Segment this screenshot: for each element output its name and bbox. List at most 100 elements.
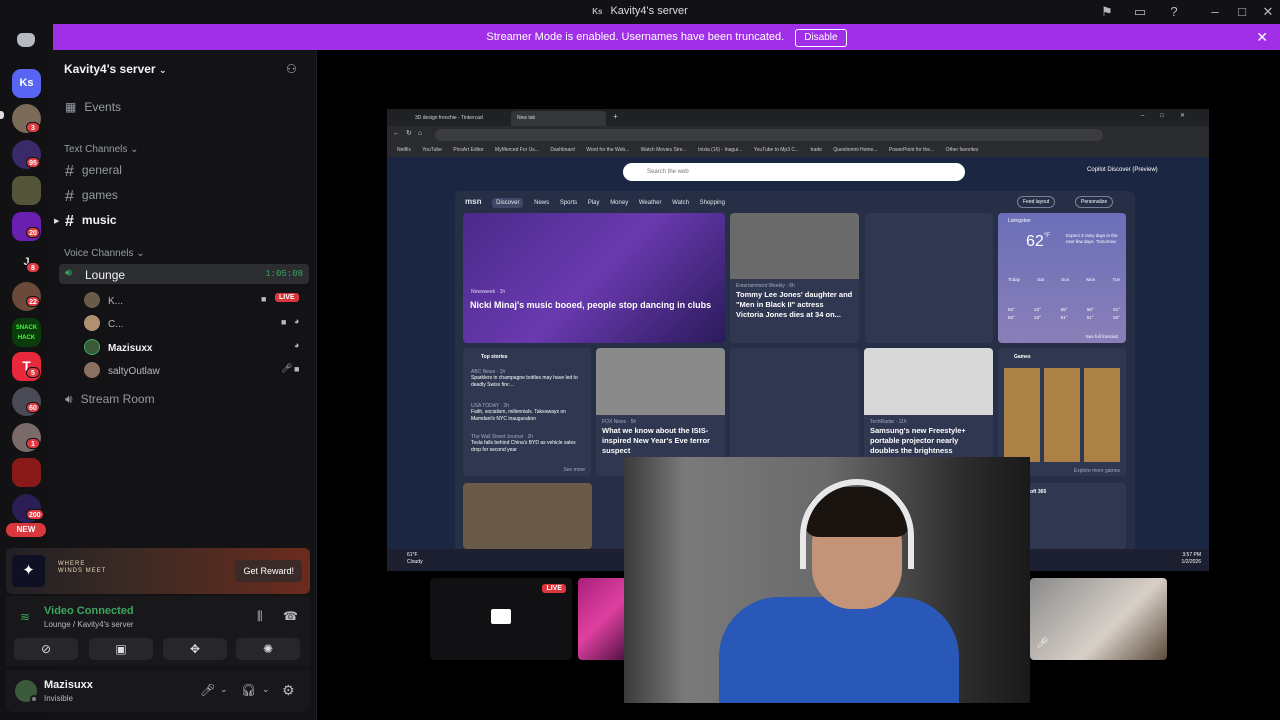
chevron-down-icon[interactable]: ⌄	[220, 684, 228, 695]
voice-channel-lounge[interactable]: 🔊︎ Lounge 1:05:08	[59, 264, 309, 284]
voice-user-self[interactable]: Mazisuxx	[84, 339, 152, 355]
msn-nav-item[interactable]: Money	[610, 200, 628, 206]
bookmark[interactable]: Watch Movies Stre...	[641, 147, 687, 153]
chevron-down-icon[interactable]: ⌄	[262, 684, 270, 695]
bookmark[interactable]: Other favorites	[946, 147, 979, 153]
camera-toggle-button[interactable]: ⊘	[14, 638, 78, 660]
add-member-icon[interactable]: ⚇	[286, 62, 297, 76]
bookmark[interactable]: Dashboard	[550, 147, 574, 153]
bookmark[interactable]: PowerPoint for the...	[889, 147, 934, 153]
screen-share-icon: ▣	[115, 642, 127, 656]
promo-banner[interactable]: ✦ WHERE WINDS MEET Get Reward!	[6, 548, 310, 594]
bookmark[interactable]: MyMerced For Us...	[495, 147, 539, 153]
minimize-icon[interactable]: –	[1206, 3, 1224, 21]
disable-streamer-mode-button[interactable]: Disable	[795, 29, 847, 47]
forecast-high: 55°	[1008, 307, 1015, 312]
headphones-icon[interactable]: 🎧︎	[241, 683, 256, 697]
maximize-icon[interactable]: □	[1233, 3, 1251, 21]
forecast-high: 63°	[1034, 307, 1042, 312]
weather-card[interactable]: Livingston 62°F Expect 3 rainy days in t…	[998, 213, 1126, 343]
channel-games[interactable]: # games	[65, 188, 118, 206]
story[interactable]: USA TODAY · 2h Faith, socialism, millenn…	[471, 403, 583, 423]
voice-channels-category[interactable]: Voice Channels ⌄	[64, 248, 145, 259]
voice-user[interactable]: K...	[84, 292, 123, 308]
forecast-day: Sat	[1037, 277, 1044, 282]
hash-icon: #	[65, 188, 74, 205]
msn-nav-item[interactable]: News	[534, 200, 549, 206]
disconnect-icon[interactable]: ☎︎	[283, 609, 298, 623]
card-source: TechRadar · 11h	[870, 419, 907, 425]
bookmark[interactable]: PicsArt Editor	[453, 147, 483, 153]
noise-suppression-icon[interactable]: ⫼	[257, 609, 263, 624]
help-icon[interactable]: ?	[1165, 3, 1183, 21]
msn-nav-item[interactable]: Discover	[492, 198, 524, 208]
server-icon[interactable]	[12, 458, 41, 487]
bookmark[interactable]: Netflix	[397, 147, 411, 153]
story[interactable]: ABC News · 1h Sparklers in champagne bot…	[471, 369, 583, 389]
display-icon[interactable]: ▭	[1131, 3, 1149, 21]
inbox-flag-icon[interactable]: ⚑	[1098, 3, 1116, 21]
bookmark[interactable]: YouTube	[422, 147, 442, 153]
server-icon-home[interactable]: Ks	[12, 69, 41, 98]
msn-nav-item[interactable]: Sports	[560, 200, 577, 206]
personalize-button[interactable]: Personalize	[1075, 196, 1114, 208]
image-card[interactable]	[463, 483, 592, 549]
soundboard-button[interactable]: ✺	[236, 638, 300, 660]
voice-user-name: C...	[108, 319, 124, 330]
text-channels-category[interactable]: Text Channels ⌄	[64, 144, 139, 155]
taskbar-clock[interactable]: 3:57 PM 1/2/2026	[1182, 552, 1201, 566]
story[interactable]: The Wall Street Journal · 2h Tesla falls…	[471, 434, 583, 454]
settings-gear-icon[interactable]: ⚙	[282, 682, 295, 699]
address-field[interactable]	[435, 129, 1103, 141]
activities-button[interactable]: ✥	[163, 638, 227, 660]
signal-icon[interactable]: ≋	[20, 610, 30, 624]
discord-logo-icon[interactable]	[17, 33, 35, 47]
explore-games-link[interactable]: Explore more games	[1074, 468, 1120, 474]
msn-nav-item[interactable]: Weather	[639, 200, 662, 206]
participant-tile-screen[interactable]: LIVE	[430, 578, 572, 660]
server-icon[interactable]: SNACK HACK	[12, 318, 41, 347]
bookmark[interactable]: trade	[811, 147, 822, 153]
news-card[interactable]: Entertainment Weekly · 6h Tommy Lee Jone…	[730, 213, 859, 343]
microphone-icon[interactable]: 🎤︎	[200, 683, 215, 697]
see-more-link[interactable]: See more	[563, 467, 585, 473]
channel-music[interactable]: # music	[65, 213, 117, 231]
taskbar-weather[interactable]: 61°F Cloudy	[407, 552, 423, 566]
full-forecast-link[interactable]: See full forecast	[1086, 334, 1118, 339]
game-thumbnails[interactable]	[1004, 368, 1120, 462]
voice-user[interactable]: saltyOutlaw	[84, 362, 160, 378]
voice-location[interactable]: Lounge / Kavity4's server	[44, 620, 134, 629]
bookmark[interactable]: YouTube to Mp3 C...	[754, 147, 800, 153]
voice-user[interactable]: C...	[84, 315, 124, 331]
forecast-high: 58°	[1086, 307, 1094, 312]
copilot-discover-toggle[interactable]: Copilot Discover (Preview)	[1087, 167, 1158, 173]
browser-tab[interactable]: 3D design frenchie - Tinkercad	[409, 111, 509, 126]
server-icon[interactable]	[12, 176, 41, 205]
bookmark[interactable]: Inixia (16) - Inagui...	[698, 147, 742, 153]
close-banner-icon[interactable]: ✕	[1256, 24, 1268, 50]
get-reward-button[interactable]: Get Reward!	[235, 560, 302, 582]
browser-tab-active[interactable]: New tab	[511, 111, 606, 126]
news-card-hero[interactable]: Newsweek · 1h Nicki Minaj's music booed,…	[463, 213, 725, 343]
feed-layout-button[interactable]: Feed layout	[1017, 196, 1056, 208]
msn-nav-item[interactable]: Watch	[672, 200, 689, 206]
participant-tile[interactable]: 🎤︎	[1030, 578, 1167, 660]
channel-general[interactable]: # general	[65, 163, 122, 181]
participant-tile[interactable]	[578, 578, 628, 660]
bookmark[interactable]: Questionmi Home...	[833, 147, 877, 153]
user-name[interactable]: Mazisuxx	[44, 679, 93, 691]
msn-logo[interactable]: msn	[465, 197, 481, 206]
taskbar-temp: 61°F	[407, 552, 418, 558]
bookmark[interactable]: Word for the Web...	[586, 147, 629, 153]
voice-status[interactable]: Video Connected	[44, 605, 134, 617]
msn-nav-item[interactable]: Shopping	[700, 200, 725, 206]
server-name-header[interactable]: Kavity4's server ⌄	[64, 62, 166, 76]
msn-nav-item[interactable]: Play	[588, 200, 600, 206]
events-item[interactable]: ▦ Events	[65, 100, 121, 114]
web-search-input[interactable]: Search the web	[623, 163, 965, 181]
new-tab-icon[interactable]: +	[613, 112, 618, 121]
story-title: Faith, socialism, millennials. Takeaways…	[471, 409, 566, 422]
voice-channel-stream-room[interactable]: 🔊︎ Stream Room	[65, 392, 155, 407]
close-window-icon[interactable]: ✕	[1259, 3, 1277, 21]
screen-share-button[interactable]: ▣	[89, 638, 153, 660]
